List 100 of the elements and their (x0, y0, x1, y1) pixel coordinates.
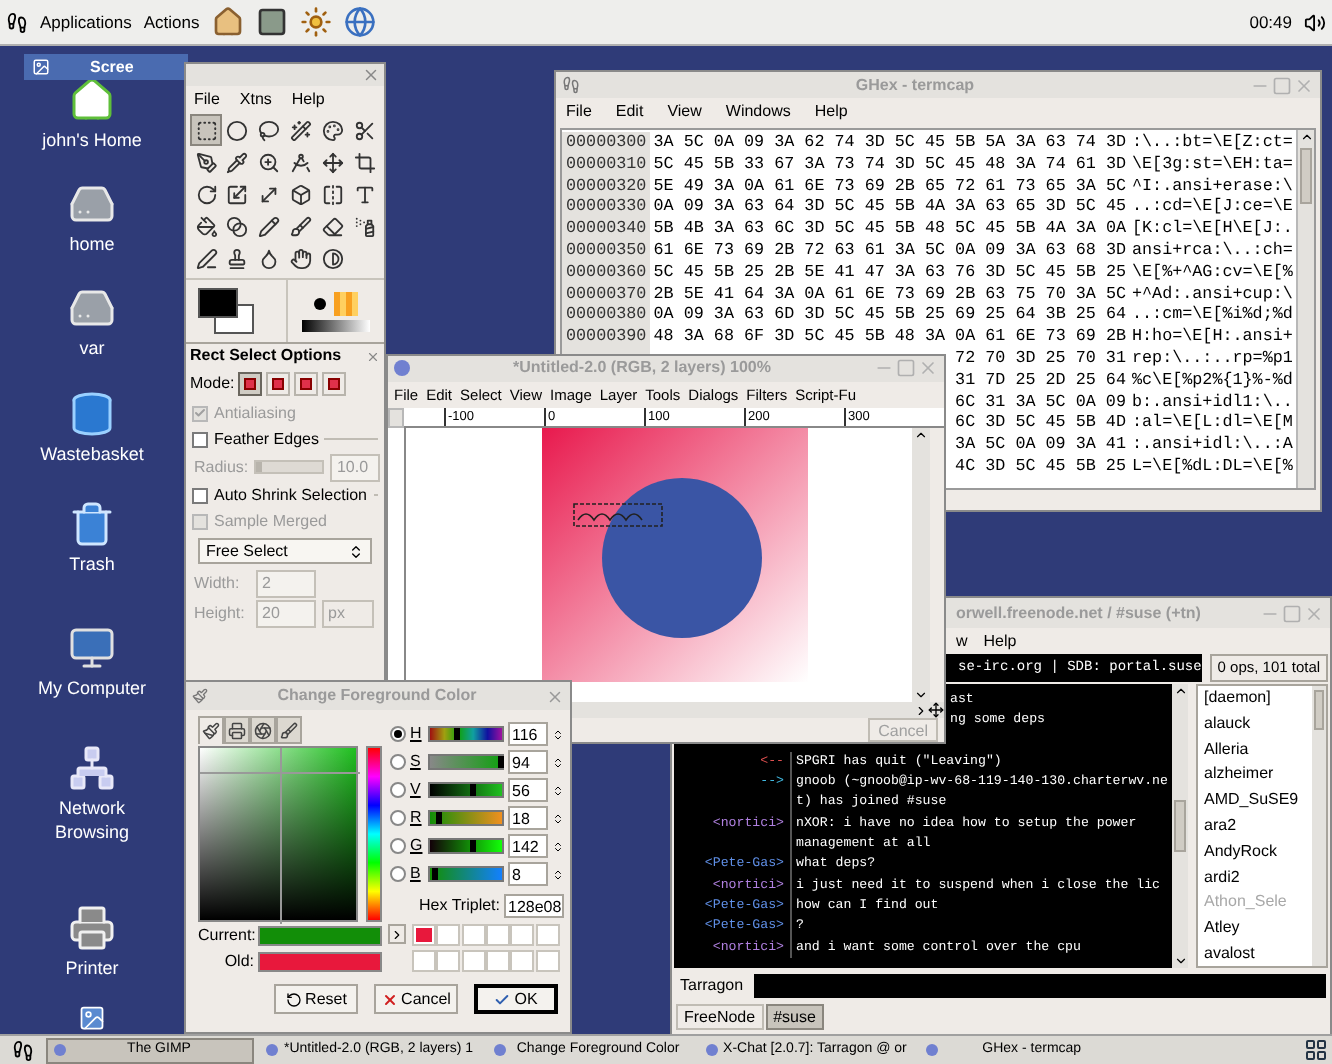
icon-label[interactable]: Wastebasket (22, 442, 162, 466)
user-name[interactable]: AMD_SuSE9 (1204, 788, 1312, 814)
user-name[interactable]: [daemon] (1204, 686, 1312, 712)
user-name[interactable]: alzheimer (1204, 762, 1312, 789)
radio-button[interactable] (390, 810, 406, 826)
dialog-button[interactable]: Cancel (374, 984, 458, 1014)
slider-thumb[interactable] (470, 784, 477, 796)
scrollbar[interactable] (1312, 686, 1326, 966)
value-field[interactable]: 18 (508, 806, 548, 830)
menu-item[interactable]: Help (291, 88, 325, 112)
value-field[interactable]: 8 (508, 862, 548, 886)
globe-icon[interactable] (343, 6, 376, 38)
history-swatch[interactable] (485, 924, 510, 946)
slider-track[interactable] (428, 838, 504, 854)
history-swatch[interactable] (412, 924, 436, 946)
monitor-icon[interactable] (68, 624, 116, 672)
icon-label[interactable]: Printer (22, 956, 162, 980)
message-input[interactable] (753, 973, 1326, 997)
slider-track[interactable] (428, 782, 504, 798)
nick-button[interactable]: Tarragon (676, 973, 748, 997)
menu-icon[interactable] (12, 1039, 34, 1061)
slider-thumb[interactable] (432, 868, 439, 880)
menu-item[interactable]: Edit (615, 99, 644, 123)
scroll-thumb[interactable] (1300, 148, 1312, 204)
radio-button[interactable] (390, 754, 406, 770)
scroll-down-icon[interactable] (1173, 954, 1187, 968)
user-name[interactable]: AndyRock (1204, 839, 1312, 866)
scroll-right-icon[interactable] (914, 703, 928, 717)
mode-button[interactable] (238, 372, 263, 396)
slider-thumb[interactable] (497, 756, 504, 768)
scroll-down-icon[interactable] (914, 688, 928, 702)
close-button[interactable] (362, 66, 380, 84)
radio-button[interactable] (390, 782, 406, 798)
hex-field[interactable]: 128e08 (504, 894, 564, 918)
icon-label[interactable]: Network Browsing (22, 796, 162, 844)
history-swatch[interactable] (485, 949, 510, 971)
user-name[interactable]: alauck (1204, 711, 1312, 738)
mode-button[interactable] (322, 372, 347, 396)
dialog-button[interactable]: Reset (274, 984, 358, 1014)
icon-label[interactable]: var (22, 336, 162, 360)
user-name[interactable]: ardi2 (1204, 865, 1312, 891)
scroll-up-icon[interactable] (914, 427, 928, 442)
network-icon[interactable] (68, 744, 116, 792)
house-icon[interactable] (211, 6, 244, 38)
history-swatch[interactable] (510, 949, 535, 971)
icon-label[interactable]: home (22, 232, 162, 256)
radio-button[interactable] (390, 726, 406, 742)
user-name[interactable]: ara2 (1204, 813, 1312, 840)
channel-tab[interactable]: FreeNode (676, 1004, 764, 1030)
navigate-icon[interactable] (928, 702, 944, 718)
slider-track[interactable] (428, 726, 504, 742)
scroll-up-icon[interactable] (1299, 130, 1313, 144)
history-swatch[interactable] (436, 949, 461, 971)
trash-icon[interactable] (68, 500, 116, 548)
history-swatch[interactable] (461, 949, 486, 971)
checkbox[interactable] (192, 431, 208, 447)
slider-thumb[interactable] (453, 728, 460, 740)
slider-thumb[interactable] (470, 840, 477, 852)
history-swatch[interactable] (412, 949, 436, 971)
icon-label[interactable]: My Computer (22, 676, 162, 700)
foot-icon[interactable] (6, 11, 28, 33)
panel-menu[interactable]: Applications (40, 9, 132, 35)
user-name[interactable]: avalost (1204, 941, 1312, 968)
slider-track[interactable] (254, 460, 325, 474)
value-field[interactable]: 142 (508, 834, 548, 858)
user-name[interactable]: Atley (1204, 916, 1312, 942)
add-to-history-button[interactable] (388, 924, 406, 944)
history-swatch[interactable] (461, 924, 486, 946)
value-field[interactable]: 116 (508, 722, 548, 746)
panel-menu[interactable]: Actions (143, 9, 200, 35)
image-icon[interactable] (78, 1004, 106, 1032)
cylinder-icon[interactable] (68, 390, 116, 438)
hue-strip[interactable] (366, 746, 382, 922)
selector-tab[interactable] (224, 716, 250, 744)
checkbox[interactable] (192, 487, 208, 503)
menu-item[interactable]: File (194, 88, 220, 112)
history-swatch[interactable] (510, 924, 535, 946)
icon-label[interactable]: Trash (22, 552, 162, 576)
history-swatch[interactable] (535, 924, 560, 946)
selector-tab[interactable] (198, 716, 224, 744)
radio-button[interactable] (390, 866, 406, 882)
selector-tab[interactable] (250, 716, 276, 744)
slider-track[interactable] (428, 866, 504, 882)
scroll-thumb[interactable] (1314, 690, 1324, 730)
gradient-preview[interactable] (302, 319, 370, 331)
scrollbar[interactable] (1172, 684, 1188, 968)
menu-item[interactable]: Help (814, 99, 848, 123)
scroll-up-icon[interactable] (1173, 684, 1187, 698)
radio-button[interactable] (390, 838, 406, 854)
scroll-thumb[interactable] (1174, 800, 1186, 852)
foreground-color-swatch[interactable] (198, 288, 238, 318)
slider-track[interactable] (428, 810, 504, 826)
history-swatch[interactable] (535, 949, 560, 971)
menu-item[interactable]: View (667, 99, 702, 123)
channel-tab[interactable]: #suse (765, 1004, 824, 1030)
tool-select[interactable]: Free Select (198, 538, 372, 564)
icon-label[interactable]: john's Home (22, 128, 162, 152)
dialog-button[interactable]: OK (474, 984, 558, 1014)
workspace-switcher-icon[interactable] (1304, 1038, 1328, 1062)
sun-icon[interactable] (299, 6, 332, 38)
